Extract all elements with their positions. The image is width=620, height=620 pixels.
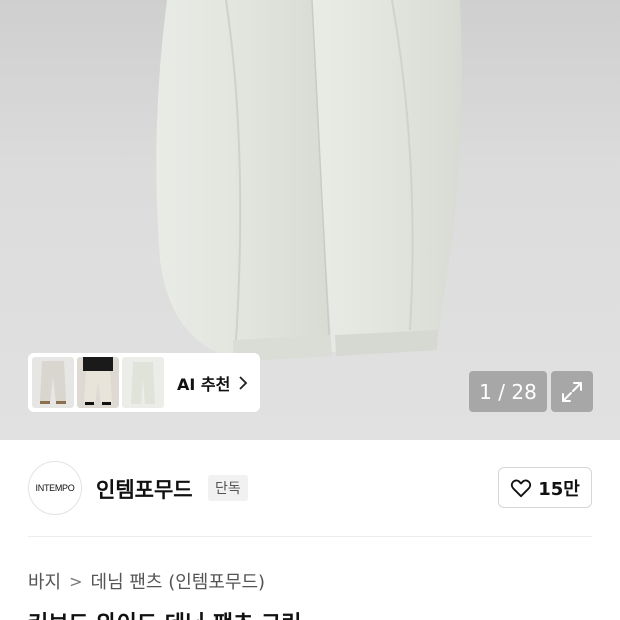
brand-logo-text: INTEMPO — [35, 483, 75, 493]
heart-icon — [511, 479, 532, 497]
breadcrumb-item-pants[interactable]: 바지 — [28, 568, 61, 594]
brand-logo[interactable]: INTEMPO — [28, 461, 82, 515]
ai-recommendation-panel[interactable]: AI 추천 — [28, 353, 260, 412]
recommendation-thumbnail[interactable] — [77, 357, 119, 408]
ai-recommendation-label[interactable]: AI 추천 — [177, 371, 248, 395]
like-button[interactable]: 15만 — [498, 467, 592, 508]
product-title: 커브드 와이드 데님 팬츠 그린 — [28, 606, 302, 620]
ai-recommendation-text: AI 추천 — [177, 374, 231, 394]
like-count: 15만 — [538, 478, 580, 500]
product-image-carousel[interactable]: AI 추천 1 / 28 — [0, 0, 620, 440]
divider — [28, 536, 592, 537]
brand-row: INTEMPO 인템포무드 단독 15만 — [0, 440, 620, 536]
image-counter: 1 / 28 — [469, 371, 547, 412]
exclusive-badge: 단독 — [208, 475, 248, 501]
expand-icon — [562, 381, 582, 402]
expand-button[interactable] — [551, 371, 593, 412]
recommendation-thumbnail[interactable] — [32, 357, 74, 408]
chevron-right-icon: > — [69, 571, 83, 591]
brand-name[interactable]: 인템포무드 — [96, 474, 193, 504]
breadcrumb: 바지 > 데님 팬츠 (인템포무드) — [28, 568, 265, 594]
recommendation-thumbnail[interactable] — [122, 357, 164, 408]
chevron-right-icon — [239, 375, 248, 390]
breadcrumb-item-denim-pants[interactable]: 데님 팬츠 (인템포무드) — [91, 568, 266, 594]
